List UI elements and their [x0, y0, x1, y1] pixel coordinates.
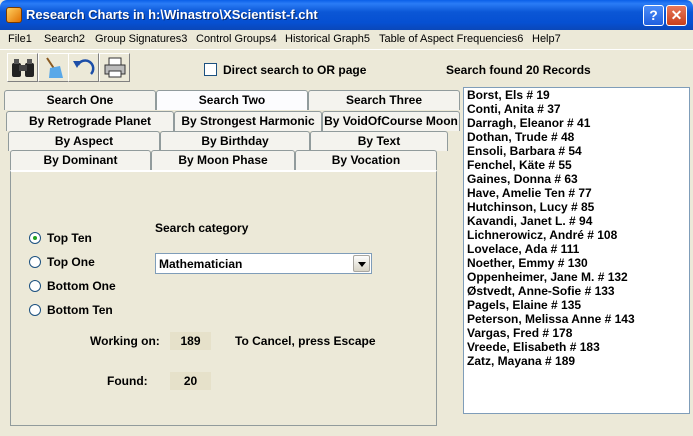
- direct-search-checkbox[interactable]: [204, 63, 217, 76]
- broom-icon: [46, 57, 63, 78]
- binoculars-icon: [12, 59, 34, 77]
- radio-button[interactable]: [29, 256, 41, 268]
- tab-search-one[interactable]: Search One: [4, 90, 156, 110]
- list-item[interactable]: Conti, Anita # 37: [467, 102, 561, 116]
- list-item[interactable]: Peterson, Melissa Anne # 143: [467, 312, 635, 326]
- list-item[interactable]: Hutchinson, Lucy # 85: [467, 200, 594, 214]
- menu-help[interactable]: Help7: [532, 33, 561, 45]
- radio-button[interactable]: [29, 304, 41, 316]
- window-bottom-edge: [0, 426, 693, 436]
- list-item[interactable]: Vargas, Fred # 178: [467, 326, 572, 340]
- list-item[interactable]: Ensoli, Barbara # 54: [467, 144, 582, 158]
- list-item[interactable]: Zatz, Mayana # 189: [467, 354, 575, 368]
- printer-icon: [104, 57, 126, 78]
- tab-search-two[interactable]: Search Two: [156, 90, 308, 110]
- chevron-down-icon[interactable]: [353, 255, 370, 272]
- found-label: Found:: [107, 374, 148, 388]
- found-value: 20: [170, 372, 211, 390]
- menu-aspect-frequencies[interactable]: Table of Aspect Frequencies6: [379, 33, 523, 45]
- list-item[interactable]: Borst, Els # 19: [467, 88, 550, 102]
- tab-by-moon-phase[interactable]: By Moon Phase: [151, 150, 295, 170]
- tab-by-text[interactable]: By Text: [310, 131, 448, 151]
- toolbar: Direct search to OR page Search found 20…: [0, 49, 693, 87]
- cancel-hint: To Cancel, press Escape: [235, 334, 376, 348]
- window-title: Research Charts in h:\Winastro\XScientis…: [26, 7, 318, 22]
- list-item[interactable]: Lovelace, Ada # 111: [467, 242, 579, 256]
- search-category-select[interactable]: Mathematician: [155, 253, 372, 274]
- radio-label: Bottom Ten: [47, 303, 113, 317]
- menu-search[interactable]: Search2: [44, 33, 85, 45]
- results-list[interactable]: Borst, Els # 19 Conti, Anita # 37 Darrag…: [463, 87, 690, 414]
- radio-label: Bottom One: [47, 279, 116, 293]
- app-icon: [6, 7, 22, 23]
- tab-retrograde-planet[interactable]: By Retrograde Planet: [6, 111, 174, 131]
- title-bar: Research Charts in h:\Winastro\XScientis…: [0, 0, 693, 30]
- list-item[interactable]: Østvedt, Anne-Sofie # 133: [467, 284, 615, 298]
- list-item[interactable]: Dothan, Trude # 48: [467, 130, 574, 144]
- tab-search-three[interactable]: Search Three: [308, 90, 460, 110]
- list-item[interactable]: Fenchel, Käte # 55: [467, 158, 572, 172]
- undo-button[interactable]: [68, 53, 99, 82]
- menu-bar: File1 Search2 Group Signatures3 Control …: [0, 30, 693, 49]
- menu-control-groups[interactable]: Control Groups4: [196, 33, 277, 45]
- radio-label: Top Ten: [47, 231, 92, 245]
- menu-file[interactable]: File1: [8, 33, 32, 45]
- list-item[interactable]: Lichnerowicz, André # 108: [467, 228, 617, 242]
- clear-button[interactable]: [38, 53, 69, 82]
- tab-strongest-harmonic[interactable]: By Strongest Harmonic: [174, 111, 322, 131]
- help-button[interactable]: ?: [643, 5, 664, 26]
- search-category-value: Mathematician: [159, 257, 243, 271]
- list-item[interactable]: Pagels, Elaine # 135: [467, 298, 581, 312]
- binoculars-button[interactable]: [7, 53, 38, 82]
- working-on-value: 189: [170, 332, 211, 350]
- radio-top-one[interactable]: Top One: [29, 255, 95, 269]
- list-item[interactable]: Oppenheimer, Jane M. # 132: [467, 270, 628, 284]
- print-button[interactable]: [99, 53, 130, 82]
- list-item[interactable]: Vreede, Elisabeth # 183: [467, 340, 600, 354]
- direct-search-option[interactable]: Direct search to OR page: [204, 63, 366, 77]
- tab-by-dominant[interactable]: By Dominant: [10, 150, 151, 170]
- radio-button[interactable]: [29, 232, 41, 244]
- list-item[interactable]: Gaines, Donna # 63: [467, 172, 578, 186]
- radio-label: Top One: [47, 255, 95, 269]
- radio-bottom-one[interactable]: Bottom One: [29, 279, 116, 293]
- tab-by-aspect[interactable]: By Aspect: [8, 131, 160, 151]
- list-item[interactable]: Have, Amelie Ten # 77: [467, 186, 592, 200]
- list-item[interactable]: Noether, Emmy # 130: [467, 256, 588, 270]
- undo-arrow-icon: [73, 59, 95, 75]
- search-status: Search found 20 Records: [446, 63, 591, 77]
- working-on-label: Working on:: [90, 334, 160, 348]
- vocation-panel: Top Ten Top One Bottom One Bottom Ten Se…: [10, 170, 437, 426]
- radio-bottom-ten[interactable]: Bottom Ten: [29, 303, 113, 317]
- tab-void-of-course-moon[interactable]: By VoidOfCourse Moon: [322, 111, 460, 131]
- list-item[interactable]: Darragh, Eleanor # 41: [467, 116, 590, 130]
- direct-search-label: Direct search to OR page: [223, 63, 367, 77]
- menu-historical-graph[interactable]: Historical Graph5: [285, 33, 370, 45]
- tab-by-birthday[interactable]: By Birthday: [160, 131, 310, 151]
- tab-by-vocation[interactable]: By Vocation: [295, 150, 437, 170]
- radio-top-ten[interactable]: Top Ten: [29, 231, 92, 245]
- radio-button[interactable]: [29, 280, 41, 292]
- close-button[interactable]: ✕: [666, 5, 687, 26]
- menu-group-signatures[interactable]: Group Signatures3: [95, 33, 187, 45]
- list-item[interactable]: Kavandi, Janet L. # 94: [467, 214, 592, 228]
- search-category-label: Search category: [155, 221, 249, 235]
